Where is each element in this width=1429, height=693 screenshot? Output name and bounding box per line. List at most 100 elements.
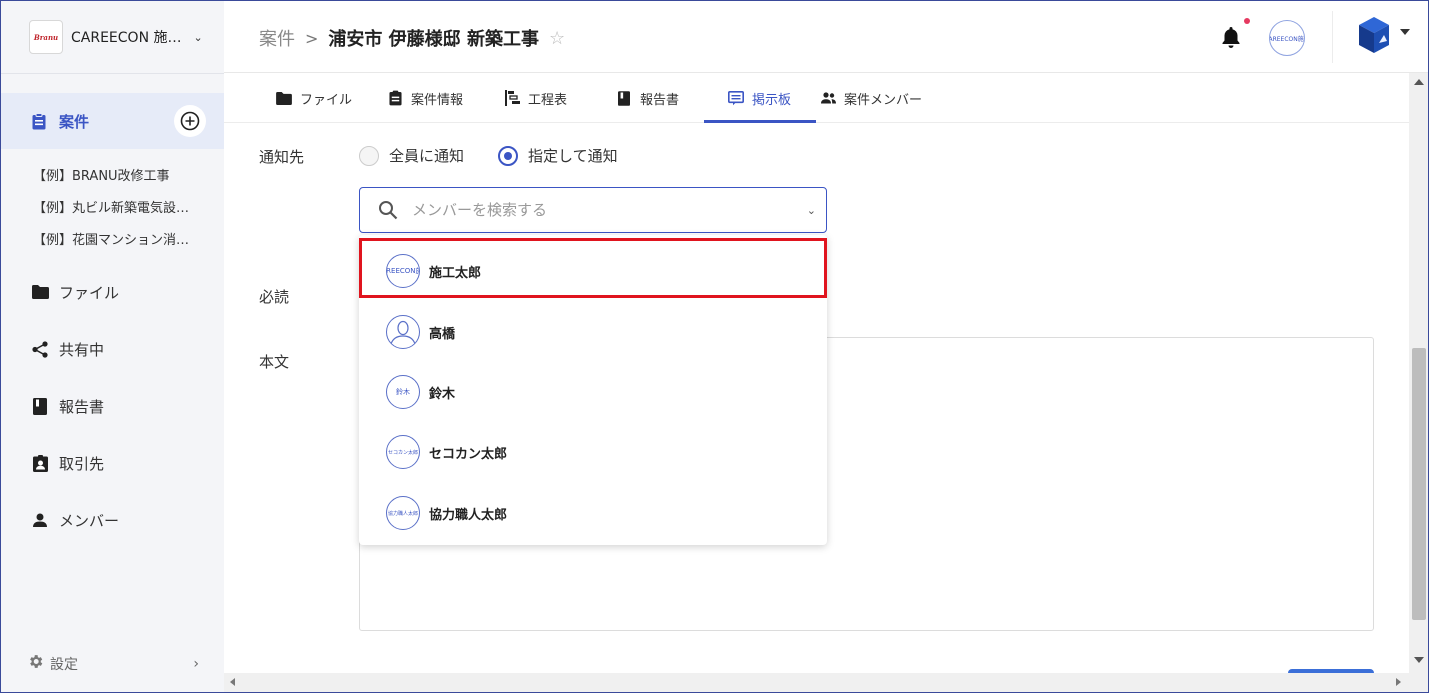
message-board-icon	[728, 90, 744, 106]
tab-label: 案件情報	[411, 92, 464, 108]
member-name: 協力職人太郎	[429, 507, 508, 523]
company-logo: Branu	[29, 20, 63, 54]
user-avatar[interactable]: CAREECON施工	[1269, 20, 1305, 56]
required-read-label: 必読	[259, 288, 290, 306]
tab-label: 工程表	[528, 92, 568, 108]
project-link[interactable]: 【例】丸ビル新築電気設…	[33, 197, 189, 216]
member-name: 高橋	[429, 326, 456, 342]
member-name: セコカン太郎	[429, 446, 508, 462]
scroll-down-arrow-icon[interactable]	[1414, 657, 1424, 663]
horizontal-scrollbar[interactable]	[224, 673, 1409, 692]
tab-label: ファイル	[300, 92, 353, 108]
notify-label: 通知先	[259, 148, 305, 166]
tab-reports[interactable]: 報告書	[616, 73, 679, 123]
sidebar-divider	[1, 73, 224, 74]
tab-project-info[interactable]: 案件情報	[387, 73, 463, 123]
notify-radio-group: 全員に通知 指定して通知	[359, 145, 652, 166]
cube-logo-icon[interactable]	[1357, 15, 1391, 55]
breadcrumb-parent[interactable]: 案件	[259, 25, 295, 51]
search-icon	[379, 201, 398, 220]
clipboard-icon	[387, 90, 403, 106]
notification-dot	[1244, 18, 1250, 24]
person-icon	[386, 315, 420, 349]
book-icon	[31, 397, 49, 415]
radio-notify-specific[interactable]	[498, 145, 519, 166]
sidebar-item-label: 取引先	[59, 454, 105, 473]
star-icon[interactable]: ☆	[549, 28, 565, 49]
tab-label: 報告書	[640, 92, 680, 108]
settings-menu[interactable]: 設定 ›	[27, 653, 199, 674]
scroll-right-arrow-icon[interactable]	[1396, 678, 1401, 686]
member-option[interactable]: 協力職人太郎 協力職人太郎	[359, 483, 827, 543]
breadcrumb: 案件 > 浦安市 伊藤様邸 新築工事 ☆	[259, 25, 565, 51]
account-menu-chevron-icon[interactable]	[1400, 29, 1410, 35]
tab-bulletin-board[interactable]: 掲示板	[728, 73, 791, 123]
scrollbar-corner	[1409, 673, 1428, 692]
share-icon	[31, 340, 49, 358]
tab-label: 掲示板	[752, 92, 792, 108]
breadcrumb-separator: >	[305, 28, 319, 48]
project-link[interactable]: 【例】花園マンション消…	[33, 229, 189, 248]
company-switcher[interactable]: Branu CAREECON 施… ⌄	[29, 19, 203, 55]
sidebar-item-projects[interactable]: 案件	[1, 93, 224, 149]
folder-icon	[276, 90, 292, 106]
member-search-input[interactable]	[412, 201, 772, 219]
book-icon	[616, 90, 632, 106]
scrollbar-thumb[interactable]	[1412, 348, 1426, 620]
sidebar-item-files[interactable]: ファイル	[31, 280, 119, 304]
member-avatar: セコカン太郎	[386, 435, 420, 469]
gantt-icon	[504, 90, 520, 106]
tab-project-members[interactable]: 案件メンバー	[820, 73, 922, 123]
scroll-left-arrow-icon[interactable]	[230, 678, 235, 686]
tab-label: 案件メンバー	[844, 92, 923, 108]
chevron-right-icon: ›	[193, 655, 199, 672]
member-name: 鈴木	[429, 386, 456, 402]
radio-notify-all-label[interactable]: 全員に通知	[389, 145, 464, 166]
top-header: 案件 > 浦安市 伊藤様邸 新築工事 ☆ CAREECON施工	[224, 1, 1428, 73]
person-icon	[31, 511, 49, 529]
member-option[interactable]: 高橋	[359, 302, 827, 362]
radio-notify-all[interactable]	[359, 145, 379, 166]
tab-files[interactable]: ファイル	[276, 73, 352, 123]
sidebar-item-label: 案件	[59, 112, 90, 131]
settings-label: 設定	[50, 656, 78, 673]
company-name: CAREECON 施…	[71, 30, 182, 46]
member-avatar: CAREECON施工	[386, 254, 420, 288]
member-dropdown: CAREECON施工 施工太郎 高橋 鈴木 鈴木 セコカン太郎 セコカン太郎 協…	[359, 235, 827, 545]
member-option[interactable]: 鈴木 鈴木	[359, 362, 827, 422]
people-icon	[820, 90, 836, 106]
contact-badge-icon	[31, 454, 49, 472]
member-option[interactable]: CAREECON施工 施工太郎	[359, 241, 827, 301]
member-avatar: 協力職人太郎	[386, 496, 420, 530]
sidebar-item-label: メンバー	[59, 511, 120, 530]
gear-icon	[27, 653, 44, 674]
radio-notify-specific-label[interactable]: 指定して通知	[528, 145, 618, 166]
member-avatar: 鈴木	[386, 375, 420, 409]
tab-schedule[interactable]: 工程表	[504, 73, 567, 123]
project-tabs: ファイル 案件情報 工程表 報告書 掲示板 案件メンバー	[224, 73, 1409, 123]
header-divider	[1332, 11, 1333, 63]
body-label: 本文	[259, 353, 290, 371]
plus-circle-icon	[180, 111, 200, 131]
sidebar-item-partners[interactable]: 取引先	[31, 451, 104, 475]
sidebar-item-shared[interactable]: 共有中	[31, 337, 104, 361]
project-link[interactable]: 【例】BRANU改修工事	[33, 165, 170, 184]
sidebar-item-label: 共有中	[59, 340, 105, 359]
sidebar: Branu CAREECON 施… ⌄ 案件 【例】BRANU改修工事 【例】丸…	[1, 1, 224, 692]
member-option[interactable]: セコカン太郎 セコカン太郎	[359, 422, 827, 482]
page-title: 浦安市 伊藤様邸 新築工事	[328, 29, 539, 50]
chevron-down-icon: ⌄	[193, 30, 203, 44]
member-name: 施工太郎	[429, 265, 482, 281]
vertical-scrollbar[interactable]	[1409, 73, 1428, 673]
sidebar-item-label: 報告書	[59, 397, 105, 416]
sidebar-item-reports[interactable]: 報告書	[31, 394, 104, 418]
scroll-up-arrow-icon[interactable]	[1414, 79, 1424, 85]
folder-icon	[31, 283, 49, 301]
clipboard-icon	[31, 112, 47, 130]
sidebar-item-members[interactable]: メンバー	[31, 508, 119, 532]
add-project-button[interactable]	[174, 105, 206, 137]
sidebar-item-label: ファイル	[59, 283, 120, 302]
member-search-select[interactable]: ⌄	[359, 187, 827, 233]
bell-icon[interactable]	[1221, 25, 1241, 49]
chevron-down-icon[interactable]: ⌄	[807, 204, 816, 217]
